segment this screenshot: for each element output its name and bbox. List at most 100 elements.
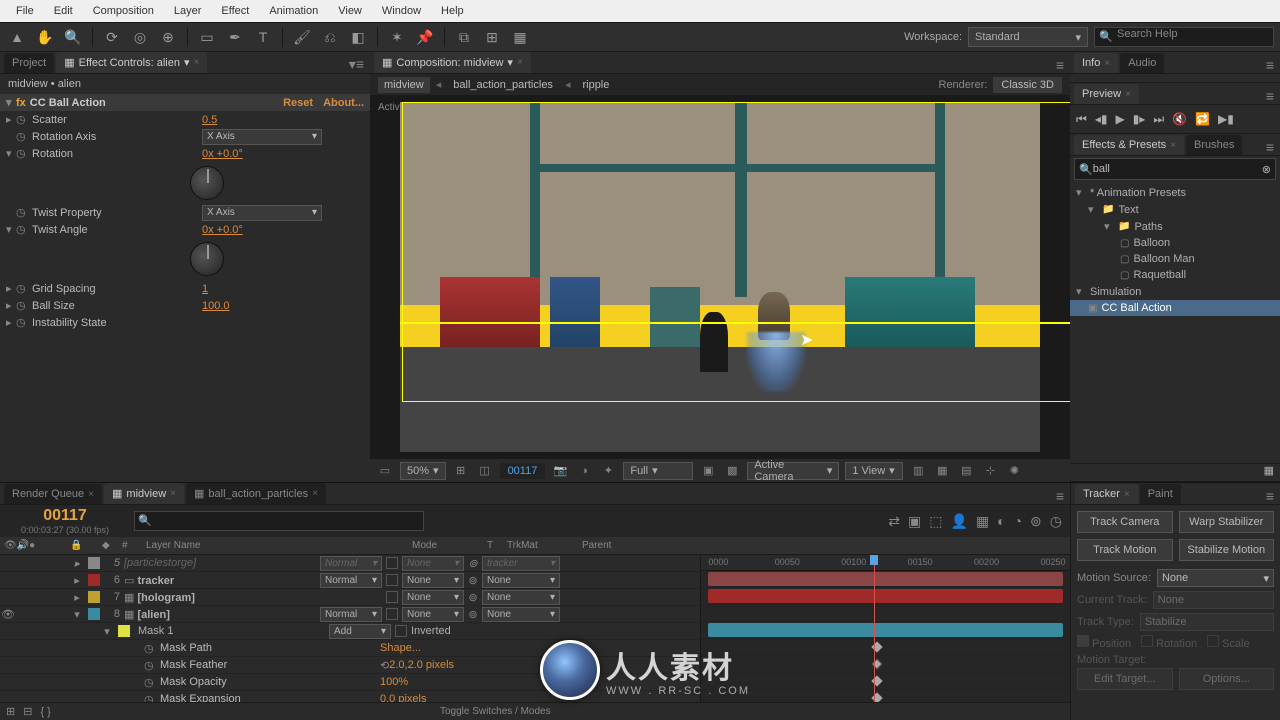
project-tab[interactable]: Project: [4, 53, 54, 73]
text-tool-icon[interactable]: T: [252, 26, 274, 48]
menu-view[interactable]: View: [328, 2, 372, 20]
next-frame-icon[interactable]: ▮▸: [1133, 112, 1146, 126]
playhead[interactable]: [874, 555, 875, 720]
menu-file[interactable]: File: [6, 2, 44, 20]
tree-paths[interactable]: ▾📁Paths: [1070, 218, 1280, 235]
first-frame-icon[interactable]: ⏮: [1076, 112, 1087, 127]
pan-behind-tool-icon[interactable]: ⊕: [157, 26, 179, 48]
menu-animation[interactable]: Animation: [259, 2, 328, 20]
timeline-track-area[interactable]: 0000 00050 00100 00150 00200 00250: [700, 555, 1070, 720]
fast-preview-icon[interactable]: ▦: [933, 462, 951, 480]
preview-menu-icon[interactable]: ≡: [1266, 88, 1280, 104]
track-camera-button[interactable]: Track Camera: [1077, 511, 1173, 533]
tl-motion-blur-icon[interactable]: ◐: [997, 513, 1005, 530]
rotation-dial[interactable]: [190, 166, 224, 200]
tl-comp-mini-icon[interactable]: ⇄: [888, 513, 900, 530]
effect-header[interactable]: ▾fxCC Ball Action Reset About...: [0, 94, 370, 111]
selection-tool-icon[interactable]: ▲: [6, 26, 28, 48]
toggle-switches-icon[interactable]: ⊞: [6, 705, 15, 718]
render-queue-tab[interactable]: Render Queue×: [4, 484, 102, 504]
crumb-ripple[interactable]: ripple: [576, 77, 615, 93]
roi-icon[interactable]: ▣: [699, 462, 717, 480]
layer-row-tracker[interactable]: ▸6 ▭ tracker Normal▾ None▾⊚ None▾: [0, 572, 700, 589]
tracker-menu-icon[interactable]: ≡: [1266, 488, 1280, 504]
menu-composition[interactable]: Composition: [83, 2, 164, 20]
tree-cc-ball-action[interactable]: ▣CC Ball Action: [1070, 300, 1280, 316]
effect-about-button[interactable]: About...: [323, 97, 364, 109]
transparency-icon[interactable]: ▩: [723, 462, 741, 480]
tl-3d-icon[interactable]: ⬚: [929, 513, 942, 530]
track-motion-button[interactable]: Track Motion: [1077, 539, 1173, 561]
last-frame-icon[interactable]: ⏭: [1153, 112, 1164, 127]
timeline-search-input[interactable]: [134, 511, 424, 531]
stabilize-motion-button[interactable]: Stabilize Motion: [1179, 539, 1275, 561]
composition-tab[interactable]: ▦Composition: midview▾×: [374, 52, 531, 73]
color-mgmt-icon[interactable]: ✦: [599, 462, 617, 480]
prop-rotation-axis-dropdown[interactable]: X Axis▾: [202, 129, 322, 145]
brackets-icon[interactable]: { }: [40, 706, 50, 718]
layer-row-hologram[interactable]: ▸7 ▦ [hologram] None▾⊚ None▾: [0, 589, 700, 606]
prop-twist-angle-value[interactable]: 0x +0.0°: [202, 224, 243, 236]
layer-row-cutoff[interactable]: ▸5 [particlestorge] Normal▾ None▾⊚ track…: [0, 555, 700, 572]
twist-dial[interactable]: [190, 242, 224, 276]
menu-window[interactable]: Window: [372, 2, 431, 20]
trkmat-dropdown[interactable]: None▾: [402, 573, 464, 588]
trkmat-dropdown[interactable]: None▾: [402, 607, 464, 622]
timeline-icon[interactable]: ▤: [957, 462, 975, 480]
warp-stabilizer-button[interactable]: Warp Stabilizer: [1179, 511, 1275, 533]
timeline-ruler[interactable]: 0000 00050 00100 00150 00200 00250: [701, 555, 1070, 571]
tree-balloon[interactable]: ▢Balloon: [1070, 235, 1280, 251]
mask-mode-dropdown[interactable]: Add▾: [329, 624, 391, 639]
tl-frame-blend-icon[interactable]: ▦: [976, 513, 989, 530]
pixel-aspect-icon[interactable]: ▥: [909, 462, 927, 480]
mute-icon[interactable]: 🔇: [1172, 112, 1187, 126]
current-frame-display[interactable]: 00117: [500, 463, 546, 479]
magnification-dropdown[interactable]: 50%▾: [400, 462, 446, 480]
ep-footer-icon[interactable]: ▦: [1070, 463, 1280, 481]
layer-row-alien[interactable]: 👁▾8 ▦ [alien] Normal▾ None▾⊚ None▾: [0, 606, 700, 623]
snap-2-icon[interactable]: ⊞: [481, 26, 503, 48]
composition-viewer[interactable]: Active Camera ➤: [370, 96, 1070, 458]
clone-tool-icon[interactable]: ⎌: [319, 26, 341, 48]
parent-dropdown[interactable]: None▾: [482, 590, 560, 605]
panel-menu-icon[interactable]: ▾≡: [349, 56, 370, 73]
prop-grid-spacing-value[interactable]: 1: [202, 283, 208, 295]
timeline-ball-action-tab[interactable]: ▦ball_action_particles×: [186, 483, 326, 504]
workspace-dropdown[interactable]: Standard▾: [968, 27, 1088, 47]
prev-frame-icon[interactable]: ◂▮: [1095, 112, 1108, 126]
snap-icon[interactable]: ⧉: [453, 26, 475, 48]
mode-dropdown[interactable]: Normal▾: [320, 573, 382, 588]
tree-text[interactable]: ▾📁Text: [1070, 201, 1280, 218]
crumb-ball-action[interactable]: ball_action_particles: [447, 77, 559, 93]
menu-help[interactable]: Help: [431, 2, 474, 20]
view-dropdown[interactable]: Active Camera▾: [747, 462, 839, 480]
rotation-tool-icon[interactable]: ⟳: [101, 26, 123, 48]
mask-row[interactable]: ▾ Mask 1 Add▾ Inverted: [0, 623, 700, 640]
prop-scatter-value[interactable]: 0.5: [202, 114, 217, 126]
comp-panel-menu-icon[interactable]: ≡: [1056, 57, 1070, 73]
mask-toggle-icon[interactable]: ◫: [476, 462, 494, 480]
ram-preview-icon[interactable]: ▶▮: [1218, 112, 1234, 126]
tree-raquetball[interactable]: ▢Raquetball: [1070, 267, 1280, 283]
tree-animation-presets[interactable]: ▾* Animation Presets: [1070, 184, 1280, 201]
motion-source-dropdown[interactable]: None▾: [1157, 569, 1274, 587]
mask-path-row[interactable]: ◷Mask PathShape...: [0, 640, 700, 657]
audio-tab[interactable]: Audio: [1120, 53, 1164, 73]
camera-tool-icon[interactable]: ◎: [129, 26, 151, 48]
hand-tool-icon[interactable]: ✋: [34, 26, 56, 48]
tree-simulation[interactable]: ▾Simulation: [1070, 283, 1280, 300]
tl-draft-3d-icon[interactable]: ▣: [908, 513, 921, 530]
mag-icon[interactable]: ▭: [376, 462, 394, 480]
brush-tool-icon[interactable]: 🖌: [291, 26, 313, 48]
menu-effect[interactable]: Effect: [211, 2, 259, 20]
roto-tool-icon[interactable]: ✶: [386, 26, 408, 48]
mask-opacity-row[interactable]: ◷Mask Opacity100%: [0, 674, 700, 691]
search-help-input[interactable]: Search Help: [1094, 27, 1274, 47]
view-count-dropdown[interactable]: 1 View▾: [845, 462, 903, 480]
info-tab[interactable]: Info×: [1074, 53, 1118, 73]
exposure-icon[interactable]: ✺: [1005, 462, 1023, 480]
menu-layer[interactable]: Layer: [164, 2, 212, 20]
effects-presets-tab[interactable]: Effects & Presets×: [1074, 135, 1184, 155]
loop-icon[interactable]: 🔁: [1195, 112, 1210, 126]
zoom-tool-icon[interactable]: 🔍: [62, 26, 84, 48]
